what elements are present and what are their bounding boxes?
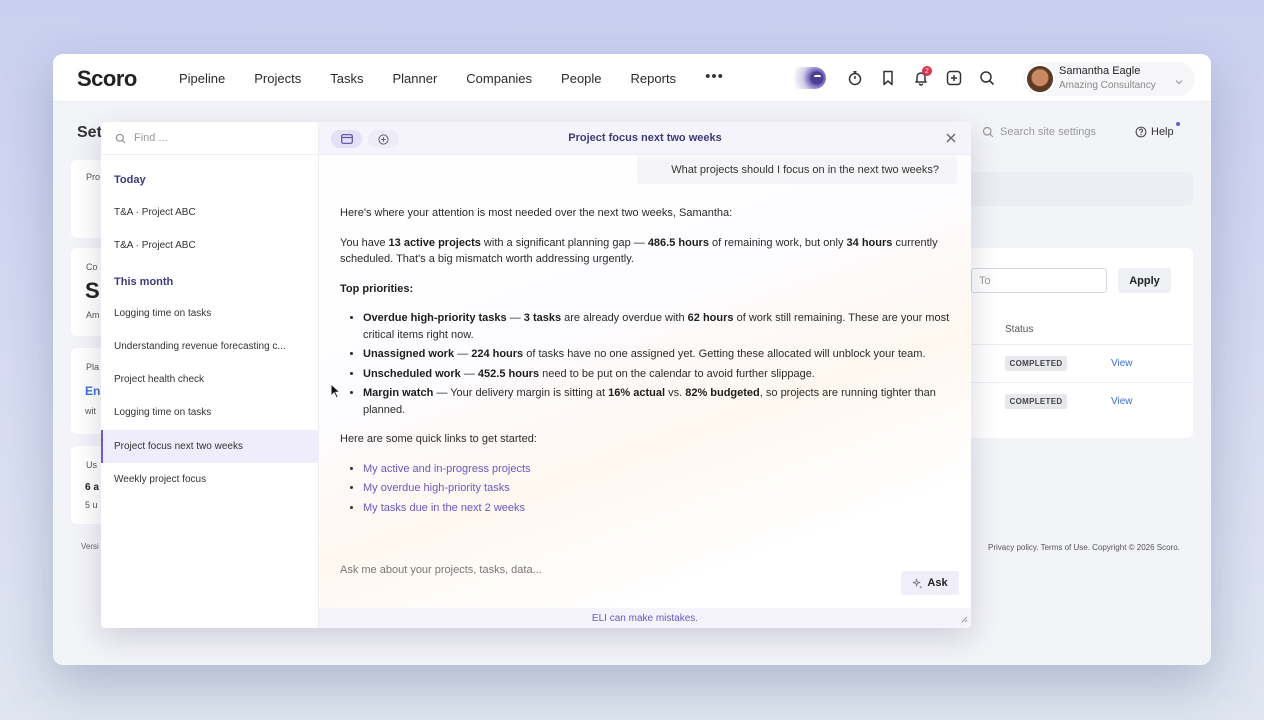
help-label: Help [1151,122,1180,138]
quick-link-overdue-tasks[interactable]: My overdue high-priority tasks [363,480,950,497]
card-label: Co [86,262,98,272]
top-nav: Scoro Pipeline Projects Tasks Planner Co… [53,54,1211,102]
user-message: What projects should I focus on in the n… [637,156,957,184]
nav-companies[interactable]: Companies [466,71,532,86]
bell-icon[interactable]: 2 [904,66,937,90]
history-section-today: Today [114,174,146,186]
priority-item: Unscheduled work — 452.5 hours need to b… [363,366,950,383]
view-link[interactable]: View [1111,396,1133,407]
resize-handle-icon[interactable] [960,615,968,626]
bookmark-icon[interactable] [871,66,904,90]
chat-title: Project focus next two weeks [568,132,722,144]
help-dot [1175,122,1180,126]
priorities-heading: Top priorities: [340,282,414,295]
card-label: wit [85,406,96,416]
card-label: Am [86,310,100,320]
history-item[interactable]: Logging time on tasks [101,396,319,429]
notification-badge: 2 [922,66,932,76]
nav-tasks[interactable]: Tasks [330,71,363,86]
status-badge: COMPLETED [1005,394,1067,409]
eli-chat-panel: Find ... Today T&A · Project ABC T&A · P… [101,122,971,628]
user-name: Samantha Eagle [1059,65,1141,77]
chevron-down-icon [1175,72,1183,90]
timer-icon[interactable] [838,66,871,90]
disclaimer-text: ELI can make mistakes. [591,612,699,624]
history-item[interactable]: Project health check [101,363,319,396]
priority-item: Overdue high-priority tasks — 3 tasks ar… [363,310,950,343]
site-search-placeholder: Search site settings [1000,126,1096,138]
nav-planner[interactable]: Planner [392,71,437,86]
priority-item: Margin watch — Your delivery margin is s… [363,385,950,418]
card-label: Pro [86,172,101,182]
app-window: Scoro Pipeline Projects Tasks Planner Co… [53,54,1211,665]
avatar [1025,64,1055,94]
nav-projects[interactable]: Projects [254,71,301,86]
view-link[interactable]: View [1111,358,1133,369]
nav-pipeline[interactable]: Pipeline [179,71,225,86]
history-item[interactable]: Weekly project focus [101,463,319,496]
close-icon [946,133,956,143]
card-label: Pla [86,362,100,372]
history-item-active[interactable]: Project focus next two weeks [101,430,319,463]
card-label: Us [86,460,97,470]
search-icon[interactable] [970,66,1003,90]
history-item[interactable]: Understanding revenue forecasting c... [101,330,319,363]
answer-intro: Here's where your attention is most need… [340,207,733,219]
footer-legal: Privacy policy. Terms of Use. Copyright … [988,543,1180,552]
history-search-placeholder: Find ... [134,132,168,144]
row-divider [963,382,1193,383]
priorities-list: Overdue high-priority tasks — 3 tasks ar… [363,310,950,418]
assistant-message: Here's where your attention is most need… [340,205,950,529]
mouse-cursor-icon [330,382,342,404]
ask-label: Ask [927,577,948,589]
help-icon [1135,126,1147,138]
page-title: Set [77,124,102,141]
history-table: To Apply Status COMPLETED View COMPLETED… [963,248,1193,438]
card-label: 5 u [85,500,98,510]
settings-tabs-bar [963,172,1193,206]
eli-assistant-icon[interactable] [780,67,826,89]
sparkle-icon [913,578,923,589]
quick-links: My active and in-progress projects My ov… [363,461,950,517]
status-column-header: Status [1005,324,1034,335]
nav-reports[interactable]: Reports [631,71,677,86]
nav-more-button[interactable]: ••• [705,68,724,85]
close-button[interactable] [943,130,959,151]
links-intro: Here are some quick links to get started… [340,433,537,445]
user-org: Amazing Consultancy [1059,80,1156,91]
apply-button[interactable]: Apply [1118,268,1171,293]
ask-input[interactable]: Ask me about your projects, tasks, data.… [340,564,542,576]
card-value: 6 a [85,482,99,493]
search-icon [982,126,994,138]
card-link[interactable]: En [85,384,100,398]
history-item[interactable]: T&A · Project ABC [101,229,319,262]
history-item[interactable]: Logging time on tasks [101,297,319,330]
site-settings-search[interactable]: Search site settings [982,126,1096,138]
history-search-input[interactable]: Find ... [101,122,319,155]
answer-summary: You have 13 active projects with a signi… [340,236,938,266]
search-icon [115,133,126,143]
nav-people[interactable]: People [561,71,601,86]
ask-button[interactable]: Ask [901,571,959,595]
to-date-input[interactable]: To [971,268,1107,293]
chat-header: Project focus next two weeks [319,122,971,155]
footer-version: Versi [81,542,99,551]
priority-item: Unassigned work — 224 hours of tasks hav… [363,346,950,363]
company-logo: S [85,278,100,303]
disclaimer-bar: ELI can make mistakes. [319,608,971,628]
nav-icons: 2 [780,54,1003,102]
quick-link-due-tasks[interactable]: My tasks due in the next 2 weeks [363,500,950,517]
quick-link-active-projects[interactable]: My active and in-progress projects [363,461,950,478]
row-divider [963,344,1193,345]
history-section-month: This month [114,276,174,288]
help-button[interactable]: Help [1135,122,1180,138]
status-badge: COMPLETED [1005,356,1067,371]
chat-history-sidebar: Find ... Today T&A · Project ABC T&A · P… [101,122,319,628]
scoro-logo[interactable]: Scoro [77,66,137,92]
user-menu[interactable]: Samantha Eagle Amazing Consultancy [1023,62,1195,96]
chat-area: Project focus next two weeks What projec… [319,122,971,628]
history-item[interactable]: T&A · Project ABC [101,196,319,229]
add-icon[interactable] [937,66,970,90]
main-nav: Pipeline Projects Tasks Planner Companie… [179,54,724,102]
